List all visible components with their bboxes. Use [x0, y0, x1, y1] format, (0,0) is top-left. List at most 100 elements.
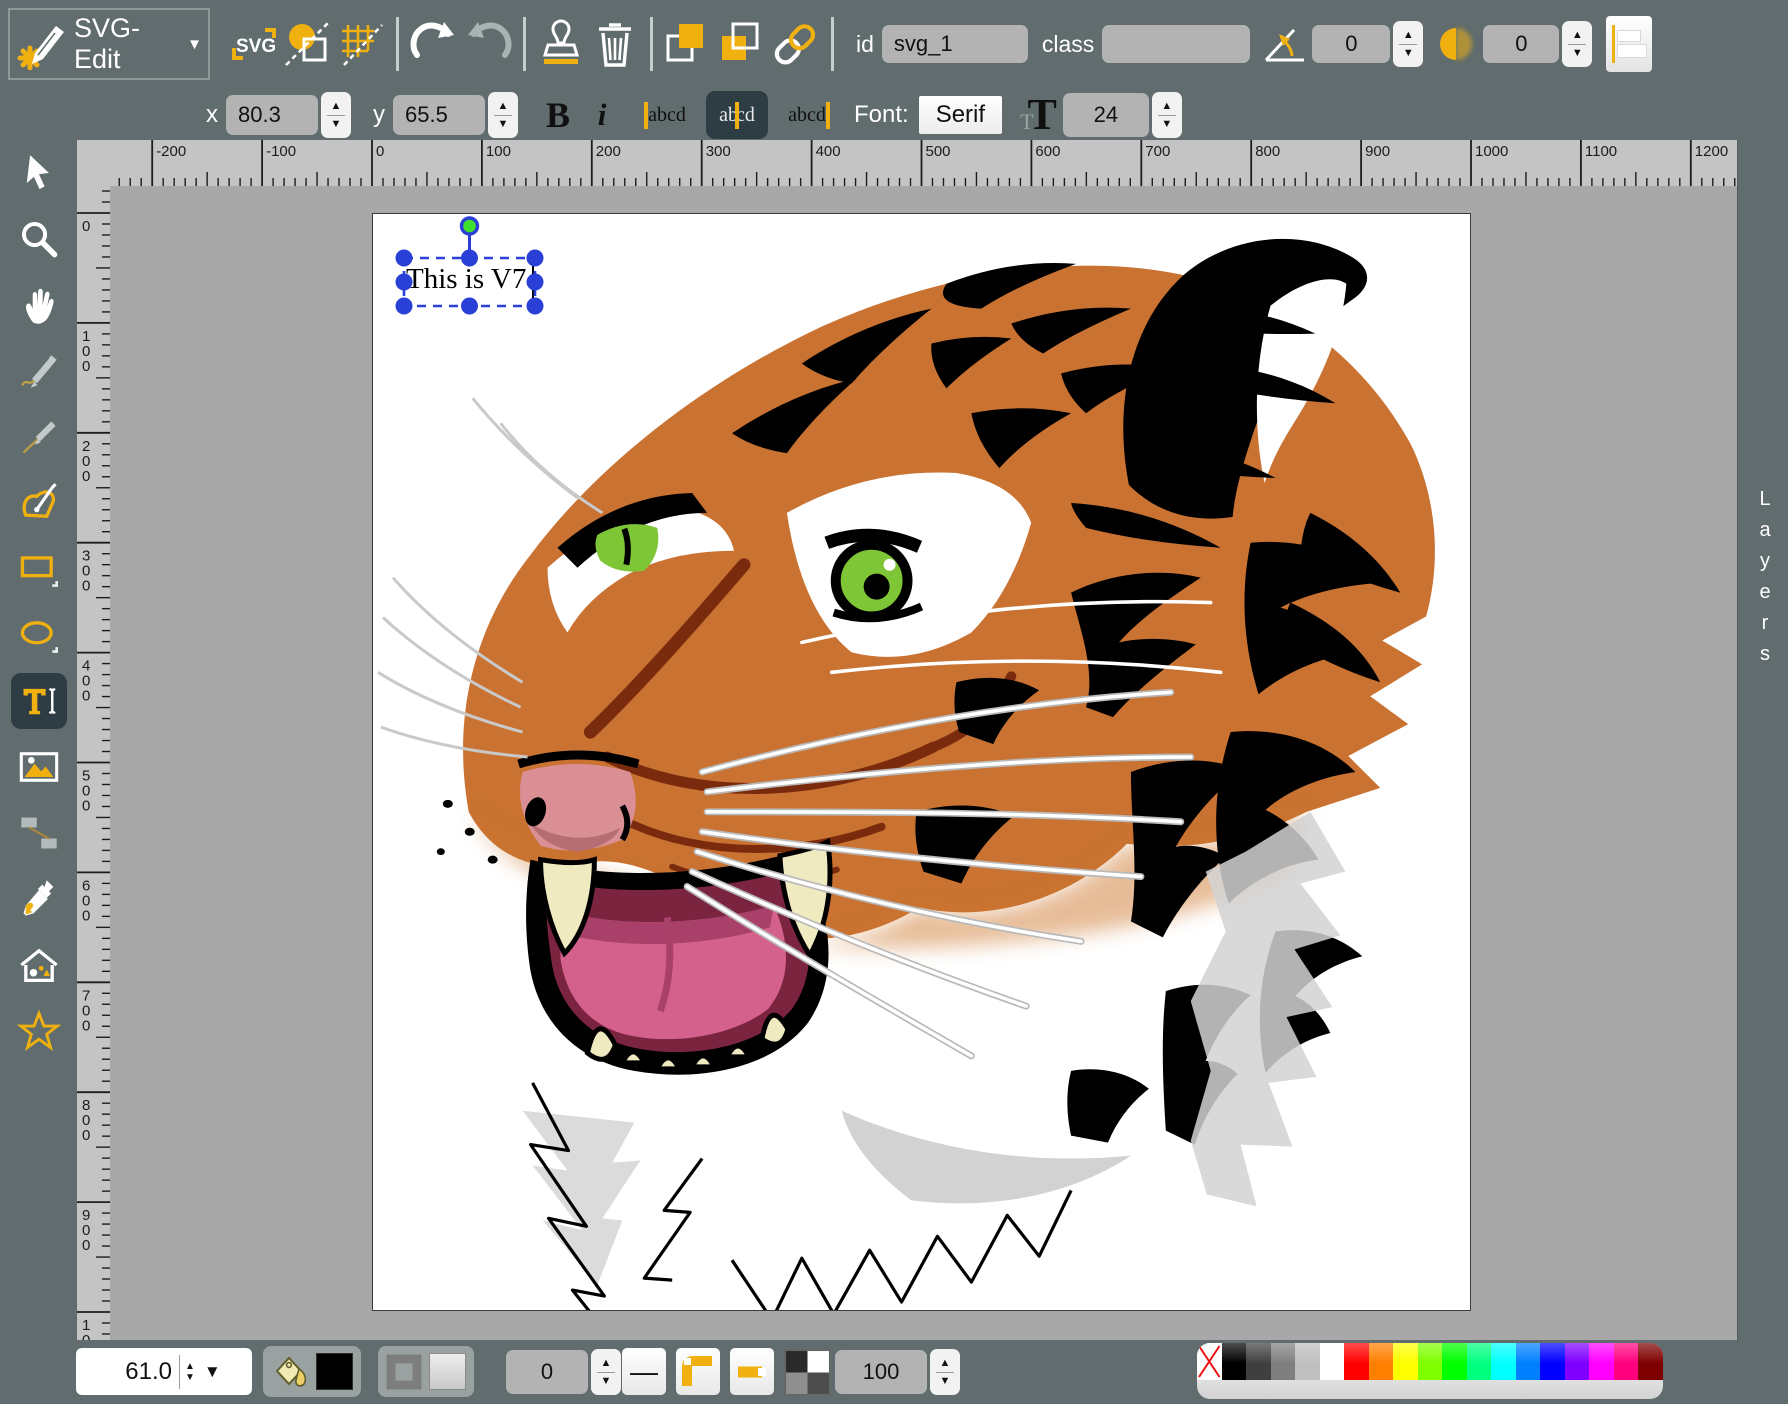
palette-swatch[interactable]	[1516, 1343, 1541, 1380]
undo-button[interactable]	[407, 15, 461, 73]
palette-swatch[interactable]	[1344, 1343, 1369, 1380]
blur-spinner[interactable]: ▲▼	[1562, 21, 1592, 67]
text-tool[interactable]	[11, 673, 67, 729]
font-size-spinner[interactable]: ▲▼	[1152, 92, 1182, 138]
delete-button[interactable]	[588, 15, 642, 73]
zoom-dropdown-caret-icon[interactable]: ▼	[204, 1362, 221, 1382]
fill-bucket-icon	[271, 1353, 309, 1391]
y-field[interactable]	[393, 95, 485, 135]
font-size-input[interactable]	[1073, 101, 1139, 129]
fill-color-swatch[interactable]	[316, 1353, 353, 1390]
x-spinner[interactable]: ▲▼	[321, 92, 351, 138]
text-anchor-end-button[interactable]: abcd	[778, 91, 840, 139]
bold-button[interactable]: B	[536, 91, 580, 139]
class-input[interactable]	[1112, 30, 1240, 58]
left-toolbar	[0, 140, 77, 1340]
ruler-corner	[77, 140, 111, 187]
stroke-width-field[interactable]	[506, 1350, 588, 1394]
move-to-top-button[interactable]	[661, 15, 715, 73]
pan-tool[interactable]	[11, 277, 67, 333]
move-to-bottom-button[interactable]	[715, 15, 769, 73]
canvas-artwork-tiger[interactable]	[373, 214, 1470, 1310]
svg-text:200: 200	[596, 143, 621, 160]
palette-swatch[interactable]	[1222, 1343, 1247, 1380]
palette-swatch-none[interactable]	[1197, 1343, 1222, 1380]
drawing-canvas[interactable]: This is V7	[372, 213, 1471, 1311]
palette-swatch[interactable]	[1369, 1343, 1394, 1380]
svg-edit-logo-icon	[16, 18, 68, 70]
layers-panel-label[interactable]: Layers	[1753, 488, 1776, 674]
workspace[interactable]: This is V7	[110, 186, 1738, 1340]
pencil-tool[interactable]	[11, 343, 67, 399]
zoom-tool[interactable]	[11, 211, 67, 267]
angle-input[interactable]	[1322, 30, 1380, 58]
palette-swatch[interactable]	[1589, 1343, 1614, 1380]
ellipse-tool[interactable]	[11, 607, 67, 663]
opacity-spinner[interactable]: ▲▼	[930, 1349, 960, 1395]
source-editor-button[interactable]: SVG	[226, 15, 280, 73]
palette-swatch[interactable]	[1540, 1343, 1565, 1380]
y-input[interactable]	[403, 101, 475, 129]
stroke-width-spinner[interactable]: ▲▼	[591, 1349, 621, 1395]
blur-field[interactable]	[1483, 25, 1559, 63]
snap-grid-button[interactable]	[334, 15, 388, 73]
stroke-style-button[interactable]: —	[622, 1348, 666, 1395]
font-family-button[interactable]: Serif	[919, 96, 1002, 134]
y-spinner[interactable]: ▲▼	[488, 92, 518, 138]
id-label: id	[856, 31, 874, 58]
text-anchor-start-button[interactable]: abcd	[634, 91, 696, 139]
x-input[interactable]	[236, 101, 308, 129]
redo-button[interactable]	[461, 15, 515, 73]
id-field[interactable]	[882, 25, 1028, 63]
linejoin-button[interactable]	[676, 1348, 720, 1395]
make-link-button[interactable]	[769, 15, 823, 73]
opacity-field[interactable]	[835, 1350, 927, 1394]
text-anchor-middle-button[interactable]: ab cd	[706, 91, 768, 139]
rectangle-tool[interactable]	[11, 541, 67, 597]
palette-swatch[interactable]	[1271, 1343, 1296, 1380]
id-input[interactable]	[892, 30, 1018, 58]
image-tool[interactable]	[11, 739, 67, 795]
angle-field[interactable]	[1312, 25, 1390, 63]
clone-button[interactable]	[534, 15, 588, 73]
palette-swatch[interactable]	[1467, 1343, 1492, 1380]
palette-swatch[interactable]	[1320, 1343, 1345, 1380]
align-position-button[interactable]	[1606, 16, 1652, 72]
rotation-handle[interactable]	[462, 218, 478, 234]
stroke-width-input[interactable]	[516, 1358, 578, 1386]
palette-swatch[interactable]	[1418, 1343, 1443, 1380]
svg-text:100: 100	[486, 143, 511, 160]
linecap-button[interactable]	[730, 1348, 774, 1395]
palette-swatch[interactable]	[1295, 1343, 1320, 1380]
angle-spinner[interactable]: ▲▼	[1393, 21, 1423, 67]
path-tool[interactable]	[11, 475, 67, 531]
palette-swatch[interactable]	[1246, 1343, 1271, 1380]
shape-library-tool[interactable]	[11, 937, 67, 993]
class-field[interactable]	[1102, 25, 1250, 63]
palette-swatch[interactable]	[1614, 1343, 1639, 1380]
font-size-field[interactable]	[1063, 93, 1149, 137]
canvas-text-element[interactable]: This is V7	[406, 263, 526, 296]
layers-panel-handle[interactable]	[1737, 140, 1788, 1340]
palette-swatch[interactable]	[1491, 1343, 1516, 1380]
palette-swatch[interactable]	[1638, 1343, 1663, 1380]
opacity-input[interactable]	[845, 1358, 917, 1386]
zoom-control[interactable]: ▲▼ ▼	[76, 1348, 252, 1395]
palette-swatch[interactable]	[1442, 1343, 1467, 1380]
main-menu-label: SVG-Edit	[74, 13, 179, 75]
blur-input[interactable]	[1493, 30, 1549, 58]
palette-swatch[interactable]	[1565, 1343, 1590, 1380]
connector-tool[interactable]	[11, 805, 67, 861]
star-tool[interactable]	[11, 1003, 67, 1059]
zoom-input[interactable]	[84, 1357, 174, 1387]
x-field[interactable]	[226, 95, 318, 135]
main-menu-button[interactable]: SVG-Edit ▼	[8, 8, 210, 80]
line-tool[interactable]	[11, 409, 67, 465]
eyedropper-tool[interactable]	[11, 871, 67, 927]
italic-button[interactable]: i	[580, 91, 624, 139]
wireframe-button[interactable]	[280, 15, 334, 73]
stroke-color-swatch[interactable]	[429, 1353, 466, 1390]
zoom-spinner[interactable]: ▲▼	[185, 1361, 195, 1383]
palette-swatch[interactable]	[1393, 1343, 1418, 1380]
select-tool[interactable]	[11, 145, 67, 201]
